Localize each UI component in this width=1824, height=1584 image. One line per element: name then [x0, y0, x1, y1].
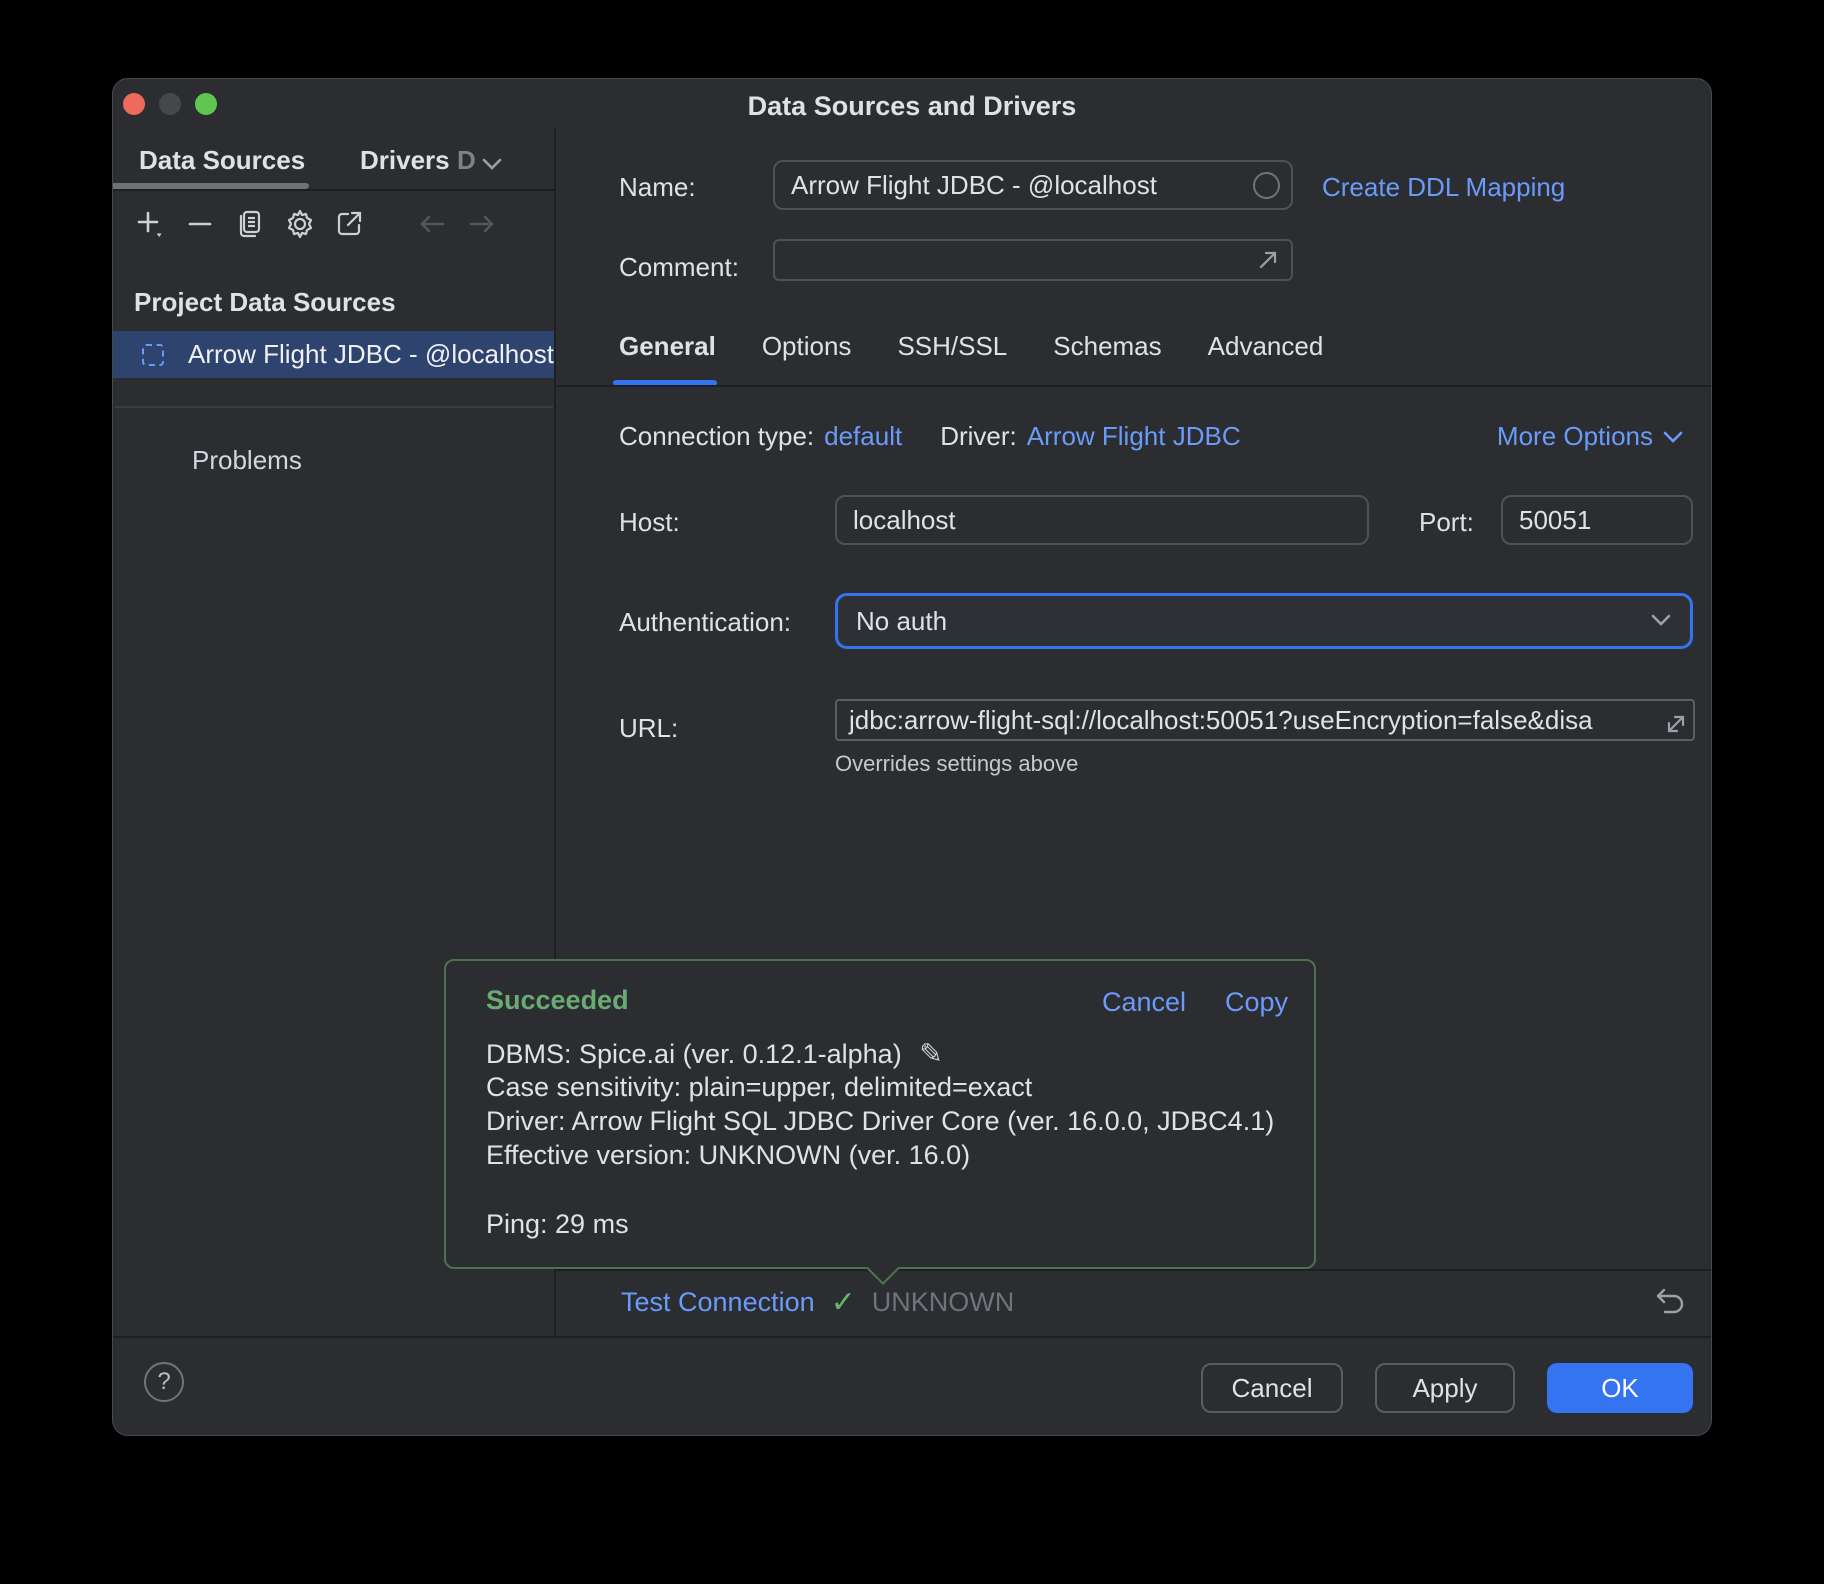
duplicate-icon[interactable]: [233, 207, 267, 241]
chevron-down-icon[interactable]: [479, 155, 505, 173]
test-connection-row: Test Connection ✓ UNKNOWN: [621, 1285, 1014, 1320]
datasource-toolbar: [133, 207, 537, 241]
connection-type-label: Connection type:: [619, 421, 814, 452]
datasource-list-item-selected[interactable]: Arrow Flight JDBC - @localhost: [113, 331, 554, 378]
list-divider: [115, 406, 553, 408]
popup-line-effective-version: Effective version: UNKNOWN (ver. 16.0): [486, 1140, 970, 1171]
url-value: jdbc:arrow-flight-sql://localhost:50051?…: [837, 705, 1661, 736]
ok-button[interactable]: OK: [1547, 1363, 1693, 1413]
authentication-label: Authentication:: [619, 607, 791, 638]
comment-input[interactable]: [773, 239, 1293, 281]
tab-options[interactable]: Options: [762, 331, 852, 362]
datasource-item-label: Arrow Flight JDBC - @localhost: [188, 339, 554, 370]
test-connection-link[interactable]: Test Connection: [621, 1287, 815, 1318]
help-button[interactable]: ?: [144, 1362, 184, 1402]
popup-line-dbms: DBMS: Spice.ai (ver. 0.12.1-alpha) ✎: [486, 1037, 943, 1070]
popup-tail: [866, 1251, 900, 1285]
create-ddl-mapping-link[interactable]: Create DDL Mapping: [1322, 172, 1565, 203]
data-sources-dialog: Data Sources and Drivers Data Sources Dr…: [112, 78, 1712, 1436]
more-options-label: More Options: [1497, 421, 1653, 452]
port-input[interactable]: [1501, 495, 1693, 545]
driver-value-link[interactable]: Arrow Flight JDBC: [1027, 421, 1241, 452]
popup-line-driver: Driver: Arrow Flight SQL JDBC Driver Cor…: [486, 1106, 1274, 1137]
cancel-button[interactable]: Cancel: [1201, 1363, 1343, 1413]
export-icon[interactable]: [333, 207, 367, 241]
driver-label: Driver:: [940, 421, 1017, 452]
name-input[interactable]: [773, 160, 1293, 210]
edit-pencil-icon[interactable]: ✎: [919, 1038, 942, 1069]
problems-item[interactable]: Problems: [192, 445, 302, 476]
gear-icon[interactable]: [283, 207, 317, 241]
host-input[interactable]: [835, 495, 1369, 545]
expand-comment-icon[interactable]: [1253, 245, 1283, 275]
popup-cancel-link[interactable]: Cancel: [1102, 987, 1186, 1018]
authentication-value: No auth: [856, 606, 947, 637]
forward-icon[interactable]: [465, 207, 499, 241]
authentication-select[interactable]: No auth: [835, 593, 1693, 649]
popup-line-case-sensitivity: Case sensitivity: plain=upper, delimited…: [486, 1072, 1032, 1103]
name-label: Name:: [619, 172, 696, 203]
tab-advanced[interactable]: Advanced: [1208, 331, 1324, 362]
test-connection-result-popup: Succeeded Cancel Copy DBMS: Spice.ai (ve…: [444, 959, 1316, 1269]
tabs-separator: [556, 385, 1712, 387]
tab-general[interactable]: General: [619, 331, 716, 362]
left-tabs-divider: [113, 189, 554, 191]
popup-copy-link[interactable]: Copy: [1225, 987, 1288, 1018]
status-succeeded: Succeeded: [486, 985, 629, 1016]
progress-circle-icon: [1253, 172, 1280, 199]
host-label: Host:: [619, 507, 680, 538]
add-icon[interactable]: [133, 207, 167, 241]
chevron-down-icon: [1661, 429, 1685, 445]
popup-line-ping: Ping: 29 ms: [486, 1209, 629, 1240]
url-label: URL:: [619, 713, 678, 744]
port-label: Port:: [1419, 507, 1474, 538]
expand-url-icon[interactable]: [1659, 707, 1693, 741]
window-title: Data Sources and Drivers: [113, 91, 1711, 122]
tab-schemas[interactable]: Schemas: [1053, 331, 1161, 362]
tab-ssh-ssl[interactable]: SSH/SSL: [897, 331, 1007, 362]
connection-result-text: UNKNOWN: [872, 1287, 1015, 1318]
project-data-sources-header: Project Data Sources: [134, 287, 396, 318]
status-row-divider: [556, 1269, 1712, 1271]
more-options-dropdown[interactable]: More Options: [1497, 421, 1685, 452]
footer-divider: [113, 1336, 1712, 1338]
back-icon[interactable]: [415, 207, 449, 241]
remove-icon[interactable]: [183, 207, 217, 241]
tab-data-sources[interactable]: Data Sources: [139, 145, 305, 176]
dbms-text: DBMS: Spice.ai (ver. 0.12.1-alpha): [486, 1039, 902, 1069]
url-hint: Overrides settings above: [835, 751, 1078, 777]
chevron-down-icon: [1648, 612, 1674, 630]
url-input[interactable]: jdbc:arrow-flight-sql://localhost:50051?…: [835, 699, 1695, 741]
datasource-icon: [142, 344, 164, 366]
settings-tabs: General Options SSH/SSL Schemas Advanced: [619, 331, 1323, 362]
success-check-icon: ✓: [831, 1285, 856, 1320]
connection-type-row: Connection type: default Driver: Arrow F…: [619, 421, 1241, 452]
connection-type-value-link[interactable]: default: [824, 421, 902, 452]
comment-label: Comment:: [619, 252, 739, 283]
apply-button[interactable]: Apply: [1375, 1363, 1515, 1413]
undo-icon[interactable]: [1651, 1283, 1689, 1321]
tab-drivers[interactable]: Drivers: [360, 145, 450, 176]
tab-overflow-truncated[interactable]: D: [457, 145, 476, 176]
